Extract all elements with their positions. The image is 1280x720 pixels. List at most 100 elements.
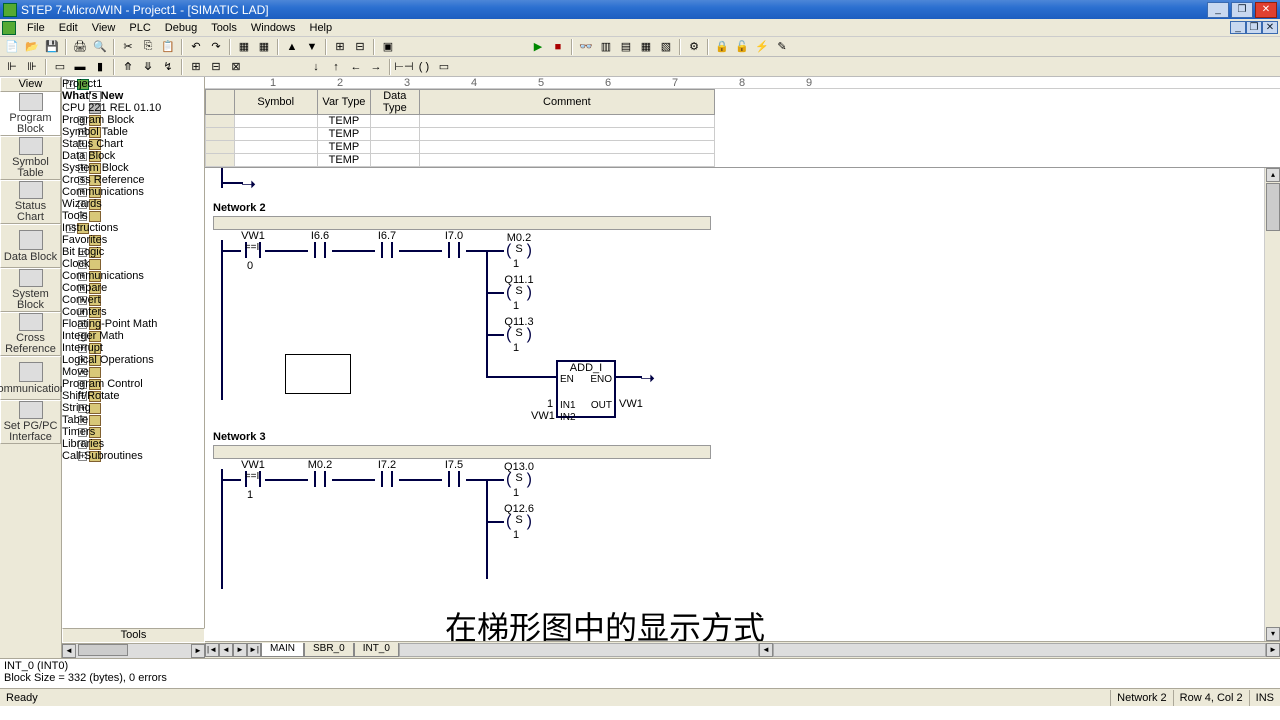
tree-node[interactable]: +Move bbox=[62, 366, 204, 378]
ladder-coil[interactable]: (S) bbox=[504, 285, 534, 299]
monitor-button[interactable]: 👓 bbox=[577, 38, 595, 55]
menu-file[interactable]: File bbox=[20, 21, 52, 35]
tree-node[interactable]: +Program Control bbox=[62, 378, 204, 390]
tree-node[interactable]: +Program Block bbox=[62, 114, 204, 126]
ladder-contact[interactable] bbox=[442, 471, 466, 487]
cut-button[interactable]: ✂ bbox=[119, 38, 137, 55]
tree-node[interactable]: +Counters bbox=[62, 306, 204, 318]
tree-node[interactable]: +Tools bbox=[62, 210, 204, 222]
nav-program-block[interactable]: Program Block bbox=[0, 92, 61, 136]
maximize-button[interactable]: ❐ bbox=[1231, 2, 1253, 18]
tb-k[interactable]: ⚡ bbox=[753, 38, 771, 55]
redo-button[interactable]: ↷ bbox=[207, 38, 225, 55]
nav-symbol-table[interactable]: Symbol Table bbox=[0, 136, 61, 180]
mdi-close[interactable]: ✕ bbox=[1262, 21, 1278, 34]
menu-help[interactable]: Help bbox=[303, 21, 340, 35]
tab-main[interactable]: MAIN bbox=[261, 643, 304, 657]
hscroll-right[interactable]: ► bbox=[1266, 643, 1280, 657]
lt-up[interactable]: ↑ bbox=[327, 58, 345, 75]
tree-node[interactable]: +Symbol Table bbox=[62, 126, 204, 138]
lt-i[interactable]: ⊞ bbox=[187, 58, 205, 75]
tab-int_0[interactable]: INT_0 bbox=[354, 643, 399, 657]
hscroll-track2[interactable] bbox=[773, 643, 1266, 657]
copy-button[interactable]: ⎘ bbox=[139, 38, 157, 55]
ladder-contact[interactable] bbox=[375, 242, 399, 258]
ladder-coil[interactable]: (S) bbox=[504, 243, 534, 257]
tree-node[interactable]: +Floating-Point Math bbox=[62, 318, 204, 330]
tree-node[interactable]: -Instructions bbox=[62, 222, 204, 234]
tree-node[interactable]: What's New bbox=[62, 90, 204, 102]
tree-node[interactable]: CPU 221 REL 01.10 bbox=[62, 102, 204, 114]
tree-hscroll[interactable]: ◄ ► bbox=[62, 643, 205, 658]
lt-down[interactable]: ↓ bbox=[307, 58, 325, 75]
nav-system-block[interactable]: System Block bbox=[0, 268, 61, 312]
tb-h[interactable]: ⚙ bbox=[685, 38, 703, 55]
upload-button[interactable]: ▲ bbox=[283, 38, 301, 55]
lt-f[interactable]: ⤊ bbox=[119, 58, 137, 75]
lt-right[interactable]: → bbox=[367, 58, 385, 75]
tree-node[interactable]: +Compare bbox=[62, 282, 204, 294]
tree-node[interactable]: +Table bbox=[62, 414, 204, 426]
open-button[interactable]: 📂 bbox=[23, 38, 41, 55]
tb-e[interactable]: ▤ bbox=[617, 38, 635, 55]
tree-node[interactable]: +Logical Operations bbox=[62, 354, 204, 366]
tab-prev[interactable]: ◄ bbox=[219, 643, 233, 657]
nav-set-pg-pc-interface[interactable]: Set PG/PC Interface bbox=[0, 400, 61, 444]
nav-communications[interactable]: Communications bbox=[0, 356, 61, 400]
tree-node[interactable]: +System Block bbox=[62, 162, 204, 174]
tree-node[interactable]: +Convert bbox=[62, 294, 204, 306]
lt-j[interactable]: ⊟ bbox=[207, 58, 225, 75]
selection-rect[interactable] bbox=[285, 354, 351, 394]
mdi-restore[interactable]: ❐ bbox=[1246, 21, 1262, 34]
paste-button[interactable]: 📋 bbox=[159, 38, 177, 55]
undo-button[interactable]: ↶ bbox=[187, 38, 205, 55]
new-button[interactable]: 📄 bbox=[3, 38, 21, 55]
tree-node[interactable]: +Status Chart bbox=[62, 138, 204, 150]
lt-box[interactable]: ▭ bbox=[435, 58, 453, 75]
network-comment[interactable] bbox=[213, 216, 711, 230]
ladder-coil[interactable]: (S) bbox=[504, 472, 534, 486]
nav-status-chart[interactable]: Status Chart bbox=[0, 180, 61, 224]
tree-node[interactable]: +Communications bbox=[62, 270, 204, 282]
tree-node[interactable]: +Communications bbox=[62, 186, 204, 198]
tb-b[interactable]: ⊟ bbox=[351, 38, 369, 55]
tab-next[interactable]: ► bbox=[233, 643, 247, 657]
lt-h[interactable]: ↯ bbox=[159, 58, 177, 75]
lt-g[interactable]: ⤋ bbox=[139, 58, 157, 75]
lt-k[interactable]: ⊠ bbox=[227, 58, 245, 75]
ladder-contact[interactable] bbox=[308, 471, 332, 487]
mdi-minimize[interactable]: _ bbox=[1230, 21, 1246, 34]
print-button[interactable]: 🖨 bbox=[71, 38, 89, 55]
mdi-icon[interactable] bbox=[2, 21, 16, 35]
preview-button[interactable]: 🔍 bbox=[91, 38, 109, 55]
tb-d[interactable]: ▥ bbox=[597, 38, 615, 55]
ladder-contact[interactable] bbox=[442, 242, 466, 258]
ladder-contact[interactable] bbox=[308, 242, 332, 258]
stop-button[interactable]: ■ bbox=[549, 38, 567, 55]
nav-data-block[interactable]: Data Block bbox=[0, 224, 61, 268]
tree-node[interactable]: +Libraries bbox=[62, 438, 204, 450]
tree-node[interactable]: +Cross Reference bbox=[62, 174, 204, 186]
menu-debug[interactable]: Debug bbox=[158, 21, 204, 35]
tree-node[interactable]: +Call Subroutines bbox=[62, 450, 204, 462]
tb-f[interactable]: ▦ bbox=[637, 38, 655, 55]
h-scroll-track[interactable] bbox=[399, 643, 759, 657]
run-button[interactable]: ▶ bbox=[529, 38, 547, 55]
network-comment[interactable] bbox=[213, 445, 711, 459]
tb-c[interactable]: ▣ bbox=[379, 38, 397, 55]
ladder-contact[interactable] bbox=[375, 471, 399, 487]
tree-node[interactable]: +Clock bbox=[62, 258, 204, 270]
download-button[interactable]: ▼ bbox=[303, 38, 321, 55]
menu-tools[interactable]: Tools bbox=[204, 21, 244, 35]
menu-edit[interactable]: Edit bbox=[52, 21, 85, 35]
lt-e[interactable]: ▮ bbox=[91, 58, 109, 75]
tab-first[interactable]: |◄ bbox=[205, 643, 219, 657]
tree-node[interactable]: +Shift/Rotate bbox=[62, 390, 204, 402]
tb-j[interactable]: 🔓 bbox=[733, 38, 751, 55]
lt-contact[interactable]: ⊢⊣ bbox=[395, 58, 413, 75]
tb-i[interactable]: 🔒 bbox=[713, 38, 731, 55]
tab-sbr_0[interactable]: SBR_0 bbox=[304, 643, 354, 657]
ladder-function-box[interactable]: ADD_IENENOIN1OUTIN2 bbox=[556, 360, 616, 418]
menu-view[interactable]: View bbox=[85, 21, 123, 35]
tree-node[interactable]: +Wizards bbox=[62, 198, 204, 210]
